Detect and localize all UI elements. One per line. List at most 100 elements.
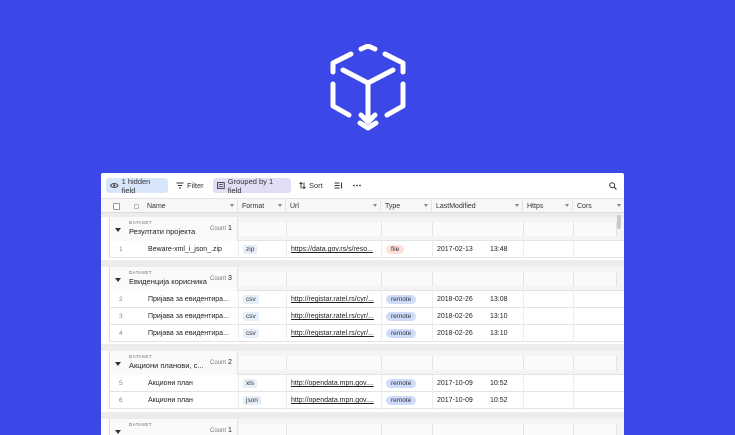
url-cell[interactable]: http://registar.ratel.rs/cyr/...	[287, 308, 382, 325]
name-cell[interactable]: Beware-xml_i_json_.zip	[144, 241, 239, 258]
search-button[interactable]	[609, 178, 621, 193]
type-cell[interactable]: remote	[382, 325, 433, 342]
lastmodified-cell[interactable]: 2018-02-26 13:08	[433, 291, 524, 308]
url-cell[interactable]: http://registar.ratel.rs/cyr/...	[287, 291, 382, 308]
format-cell[interactable]: json	[239, 392, 287, 409]
row-number: 4	[119, 330, 123, 337]
url-link[interactable]: https://data.gov.rs/s/reso...	[291, 246, 373, 253]
table-row[interactable]: 2 Пријава за евидентира... csv http://regis…	[109, 291, 624, 308]
url-link[interactable]: http://registar.ratel.rs/cyr/...	[291, 296, 374, 303]
name-cell[interactable]: Пријава за евидентира...	[144, 291, 239, 308]
type-cell[interactable]: remote	[382, 308, 433, 325]
group-summary-cell	[382, 356, 433, 370]
https-cell[interactable]	[524, 241, 574, 258]
column-lastmodified[interactable]: LastModified	[432, 199, 523, 213]
group-summary-cell	[574, 356, 617, 370]
group-count-label: Count	[210, 428, 227, 434]
column-type[interactable]: Type	[381, 199, 432, 213]
collapse-triangle-icon[interactable]	[115, 430, 121, 434]
type-cell[interactable]: remote	[382, 291, 433, 308]
group-summary-cell	[287, 356, 382, 370]
group-header-title-cell: DATASET Евиденција корисника Count 3	[110, 267, 238, 291]
group-dataset-label: DATASET	[129, 270, 152, 275]
format-tag: xls	[243, 379, 257, 388]
type-cell[interactable]: remote	[382, 392, 433, 409]
group-header[interactable]: DATASET Евиденција корисника Count 3	[109, 267, 624, 291]
https-cell[interactable]	[524, 291, 574, 308]
format-cell[interactable]: csv	[239, 308, 287, 325]
table-row[interactable]: 1 Beware-xml_i_json_.zip zip https://data.g…	[109, 241, 624, 258]
hidden-fields-button[interactable]: 1 hidden field	[106, 177, 168, 195]
type-cell[interactable]: remote	[382, 375, 433, 392]
url-cell[interactable]: http://opendata.mpn.gov....	[287, 392, 382, 409]
group-summary-cell	[433, 222, 524, 236]
cors-cell[interactable]	[574, 291, 624, 308]
collapse-triangle-icon[interactable]	[115, 228, 121, 232]
group-header-title-cell: DATASET Count 1	[110, 419, 238, 435]
name-cell[interactable]: Пријава за евидентира...	[144, 325, 239, 342]
format-cell[interactable]: zip	[239, 241, 287, 258]
column-format[interactable]: Format	[238, 199, 286, 213]
https-cell[interactable]	[524, 392, 574, 409]
collapse-triangle-icon[interactable]	[115, 362, 121, 366]
scrollbar[interactable]	[617, 215, 621, 229]
https-cell[interactable]	[524, 375, 574, 392]
filter-button[interactable]: Filter	[172, 178, 208, 193]
name-cell[interactable]: Пријава за евидентира...	[144, 308, 239, 325]
lastmodified-cell[interactable]: 2017-10-09 10:52	[433, 392, 524, 409]
cube-logo-icon	[330, 44, 406, 131]
cors-cell[interactable]	[574, 325, 624, 342]
time-value: 10:52	[490, 380, 508, 387]
column-cors[interactable]: Cors	[573, 199, 624, 213]
row-height-button[interactable]	[334, 178, 346, 193]
group-header[interactable]: DATASET Count 1	[109, 419, 624, 435]
group-header[interactable]: DATASET Резултати пројекта Count 1	[109, 217, 624, 241]
collapse-triangle-icon[interactable]	[115, 278, 121, 282]
format-cell[interactable]: xls	[239, 375, 287, 392]
lastmodified-cell[interactable]: 2018-02-26 13:10	[433, 325, 524, 342]
cors-cell[interactable]	[574, 308, 624, 325]
table-row[interactable]: 3 Пријава за евидентира... csv http://regis…	[109, 308, 624, 325]
type-tag: remote	[386, 295, 417, 304]
column-url[interactable]: Url	[286, 199, 381, 213]
cors-cell[interactable]	[574, 241, 624, 258]
column-name[interactable]: Name	[143, 199, 238, 213]
url-link[interactable]: http://registar.ratel.rs/cyr/...	[291, 330, 374, 337]
format-cell[interactable]: csv	[239, 291, 287, 308]
time-value: 13:10	[490, 313, 508, 320]
cors-cell[interactable]	[574, 375, 624, 392]
cors-cell[interactable]	[574, 392, 624, 409]
more-button[interactable]	[353, 178, 367, 193]
row-number: 6	[119, 397, 123, 404]
format-cell[interactable]: csv	[239, 325, 287, 342]
group-count: Count 1	[210, 225, 232, 232]
group-button[interactable]: Grouped by 1 field	[213, 177, 291, 195]
lastmodified-cell[interactable]: 2017-02-13 13:48	[433, 241, 524, 258]
type-cell[interactable]: file	[382, 241, 433, 258]
row-number: 1	[119, 246, 123, 253]
select-all-checkbox[interactable]	[113, 202, 120, 210]
type-tag: remote	[386, 396, 417, 405]
https-cell[interactable]	[524, 308, 574, 325]
lastmodified-cell[interactable]: 2018-02-26 13:10	[433, 308, 524, 325]
group-header[interactable]: DATASET Акциони планови, с... Count 2	[109, 351, 624, 375]
url-link[interactable]: http://opendata.mpn.gov....	[291, 397, 374, 404]
https-cell[interactable]	[524, 325, 574, 342]
name-cell[interactable]: Акциони план	[144, 375, 239, 392]
sort-button[interactable]: Sort	[295, 178, 329, 193]
table-row[interactable]: 5 Акциони план xls http://opendata.mpn.gov.…	[109, 375, 624, 392]
url-link[interactable]: http://opendata.mpn.gov....	[291, 380, 374, 387]
name-cell[interactable]: Акциони план	[144, 392, 239, 409]
toolbar: 1 hidden field Filter Grouped by 1 field…	[101, 173, 624, 199]
table-row[interactable]: 6 Акциони план json http://opendata.mpn.gov…	[109, 392, 624, 409]
url-cell[interactable]: https://data.gov.rs/s/reso...	[287, 241, 382, 258]
url-link[interactable]: http://registar.ratel.rs/cyr/...	[291, 313, 374, 320]
column-type-label: Type	[385, 202, 401, 210]
table-row[interactable]: 4 Пријава за евидентира... csv http://regis…	[109, 325, 624, 342]
url-cell[interactable]: http://registar.ratel.rs/cyr/...	[287, 325, 382, 342]
column-https[interactable]: Https	[523, 199, 573, 213]
lastmodified-value: 2018-02-26 13:10	[437, 330, 523, 337]
lastmodified-cell[interactable]: 2017-10-09 10:52	[433, 375, 524, 392]
chevron-down-icon	[278, 204, 282, 207]
url-cell[interactable]: http://opendata.mpn.gov....	[287, 375, 382, 392]
